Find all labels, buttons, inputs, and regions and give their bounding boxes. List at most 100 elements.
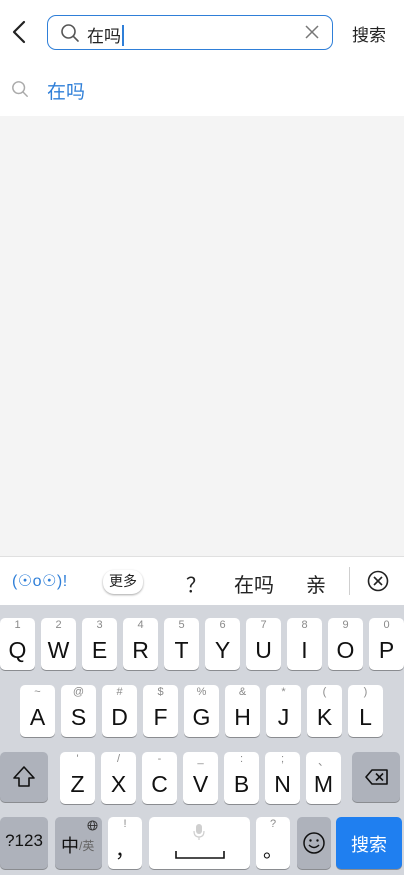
key-p[interactable]: 0P: [369, 618, 404, 670]
language-key-sub: /英: [79, 839, 95, 853]
key-hint: %: [196, 686, 207, 698]
key-hint: 、: [318, 756, 329, 768]
more-candidates-button[interactable]: 更多: [103, 570, 143, 594]
numbers-key-label: ?123: [5, 831, 43, 850]
key-m[interactable]: 、 M: [306, 752, 341, 804]
key-label: Z: [70, 771, 85, 797]
key-hint: ~: [34, 686, 41, 698]
comma-key[interactable]: ! ，: [108, 817, 142, 869]
period-key[interactable]: ? 。: [256, 817, 290, 869]
candidate-divider: [349, 567, 350, 595]
key-hint: 4: [137, 619, 144, 631]
language-key-main: 中: [61, 836, 79, 856]
key-z[interactable]: ' Z: [60, 752, 95, 804]
key-label: G: [192, 704, 211, 730]
key-e[interactable]: 3E: [82, 618, 117, 670]
smiley-icon: [303, 832, 325, 854]
key-w[interactable]: 2W: [41, 618, 76, 670]
close-candidates-icon[interactable]: [366, 569, 390, 593]
key-hint: 0: [383, 619, 390, 631]
key-k[interactable]: (K: [307, 685, 342, 737]
key-s[interactable]: @ S: [61, 685, 96, 737]
key-label: T: [174, 637, 189, 663]
key-o[interactable]: 9O: [328, 618, 363, 670]
key-label: H: [234, 704, 251, 730]
key-hint: -: [157, 753, 162, 765]
candidate-word[interactable]: 亲: [306, 569, 326, 598]
search-header: 在吗 搜索 在吗: [0, 0, 404, 116]
numbers-key[interactable]: ?123: [0, 817, 48, 869]
key-t[interactable]: 5T: [164, 618, 199, 670]
key-label: S: [70, 704, 87, 730]
key-hint: ?: [269, 818, 277, 830]
shift-key[interactable]: [0, 752, 48, 802]
key-hint: /: [116, 753, 121, 765]
keyboard: 1Q2W3E4R5T6Y7U8I9O0P ~ A @ S # D $ F% G & H * J(K) L …: [0, 605, 404, 875]
chevron-left-icon: [12, 20, 26, 44]
key-f[interactable]: $ F: [143, 685, 178, 737]
key-label: X: [110, 771, 127, 797]
key-a[interactable]: ~ A: [20, 685, 55, 737]
key-label: F: [153, 704, 168, 730]
emoticon-button[interactable]: (☉o☉)!: [12, 571, 68, 591]
key-label: C: [151, 771, 168, 797]
key-label: B: [233, 771, 250, 797]
clear-icon[interactable]: [304, 24, 320, 40]
key-hint: @: [72, 686, 85, 698]
enter-search-key[interactable]: 搜索: [336, 817, 402, 869]
key-label: 。: [263, 840, 283, 862]
key-hint: 3: [96, 619, 103, 631]
key-hint: 1: [14, 619, 21, 631]
key-j[interactable]: * J: [266, 685, 301, 737]
back-button[interactable]: [8, 16, 32, 48]
key-y[interactable]: 6Y: [205, 618, 240, 670]
key-label: D: [111, 704, 128, 730]
shift-icon: [13, 766, 35, 787]
key-label: M: [313, 771, 334, 797]
enter-key-label: 搜索: [351, 835, 387, 855]
key-q[interactable]: 1Q: [0, 618, 35, 670]
key-hint: (: [322, 686, 327, 698]
key-v[interactable]: _ V: [183, 752, 218, 804]
key-label: W: [47, 637, 70, 663]
search-submit-button[interactable]: 搜索: [352, 21, 386, 46]
candidate-question-mark[interactable]: ？: [186, 569, 206, 598]
search-icon: [61, 24, 79, 42]
key-hint: :: [239, 753, 244, 765]
key-hint: #: [116, 686, 123, 698]
space-key[interactable]: [149, 817, 250, 869]
key-r[interactable]: 4R: [123, 618, 158, 670]
key-u[interactable]: 7U: [246, 618, 281, 670]
key-l[interactable]: ) L: [348, 685, 383, 737]
key-hint: 7: [260, 619, 267, 631]
key-x[interactable]: / X: [101, 752, 136, 804]
key-hint: &: [238, 686, 247, 698]
space-bar-icon: [175, 851, 225, 859]
emoji-key[interactable]: [297, 817, 331, 869]
key-hint: _: [197, 753, 204, 765]
key-i[interactable]: 8I: [287, 618, 322, 670]
language-switch-key[interactable]: 中 /英: [55, 817, 102, 869]
key-d[interactable]: # D: [102, 685, 137, 737]
key-n[interactable]: ; N: [265, 752, 300, 804]
text-caret: [122, 25, 124, 46]
key-label: Q: [8, 637, 27, 663]
key-label: I: [301, 637, 308, 663]
key-g[interactable]: % G: [184, 685, 219, 737]
key-hint: 6: [219, 619, 226, 631]
search-query-text: 在吗: [87, 22, 124, 47]
key-h[interactable]: & H: [225, 685, 260, 737]
key-label: N: [274, 771, 291, 797]
key-hint: ;: [280, 753, 285, 765]
backspace-key[interactable]: [352, 752, 400, 802]
key-hint: ': [76, 753, 79, 765]
key-c[interactable]: -C: [142, 752, 177, 804]
ime-candidate-bar: (☉o☉)! 更多 ？ 在吗 亲: [0, 556, 404, 606]
search-input[interactable]: 在吗: [47, 15, 333, 50]
key-b[interactable]: :B: [224, 752, 259, 804]
key-label: E: [91, 637, 108, 663]
suggestion-item[interactable]: 在吗: [0, 68, 404, 110]
key-label: V: [192, 771, 209, 797]
candidate-word[interactable]: 在吗: [234, 569, 274, 598]
suggestion-label: 在吗: [47, 82, 86, 103]
